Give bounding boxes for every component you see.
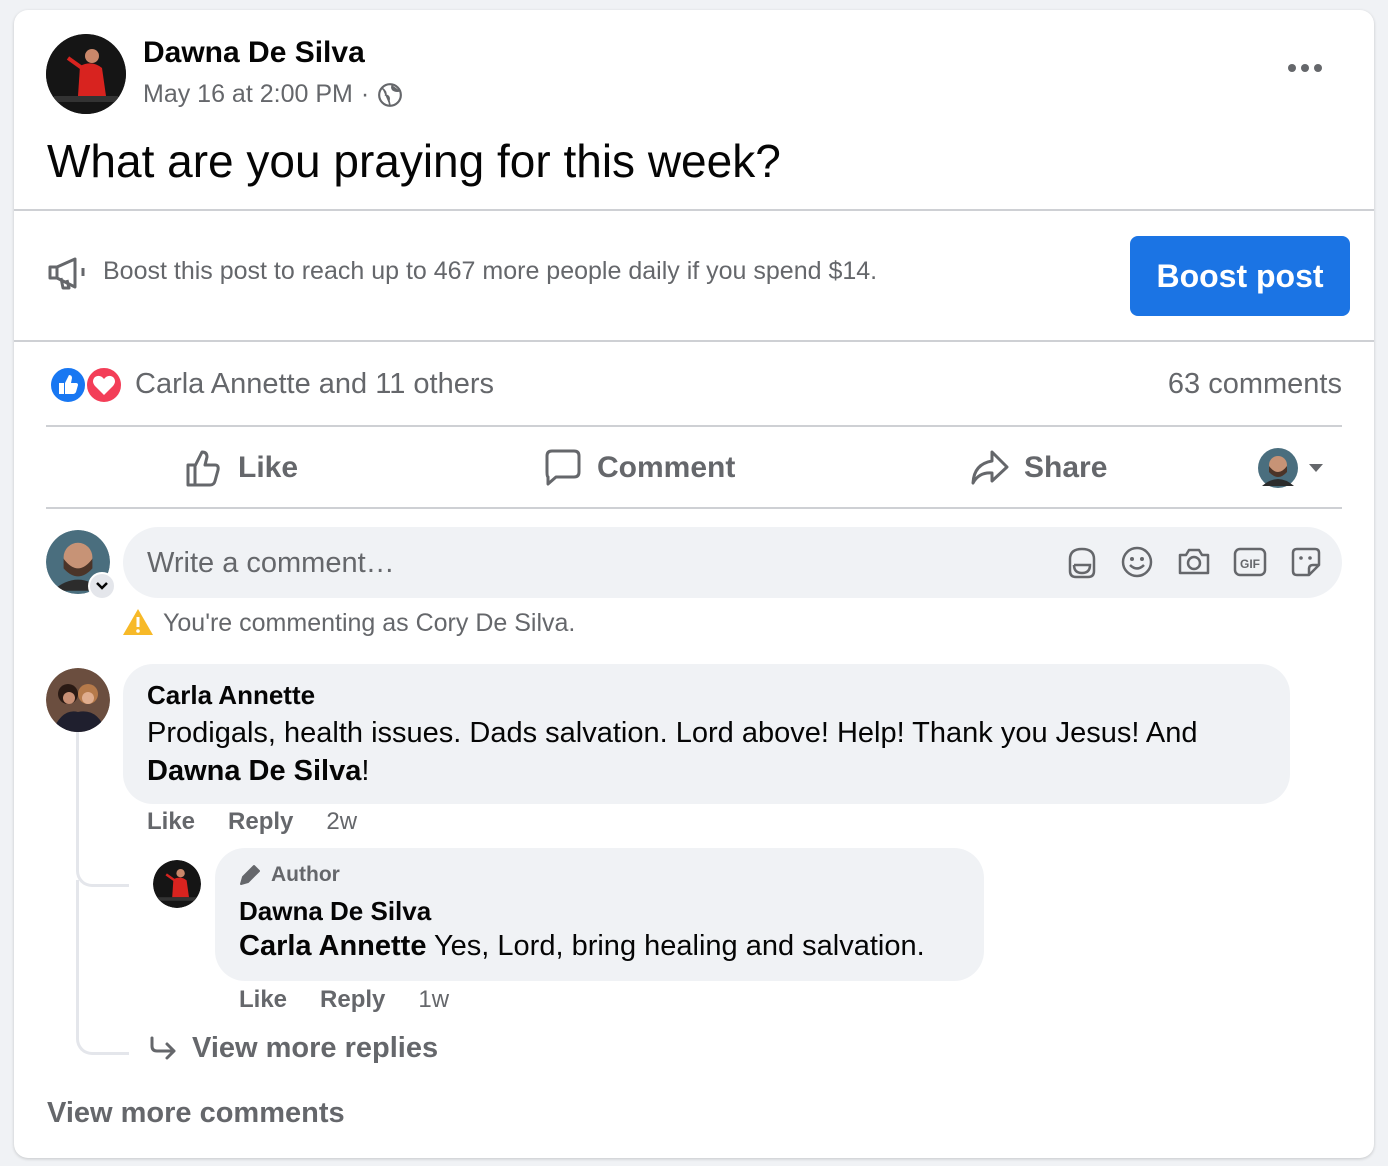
- comment-author-name[interactable]: Carla Annette: [147, 680, 315, 711]
- divider: [46, 507, 1342, 509]
- svg-text:GIF: GIF: [1240, 557, 1260, 571]
- audience-selector[interactable]: [1258, 448, 1324, 488]
- post-text: What are you praying for this week?: [47, 135, 781, 187]
- like-icon: [49, 366, 87, 404]
- reaction-summary[interactable]: Carla Annette and 11 others: [135, 368, 494, 401]
- divider: [14, 340, 1374, 342]
- comment-text: Prodigals, health issues. Dads salvation…: [147, 714, 1267, 790]
- boost-message: Boost this post to reach up to 467 more …: [103, 257, 878, 285]
- camera-icon[interactable]: [1176, 545, 1212, 579]
- meta-separator: ·: [360, 80, 370, 108]
- reply-author-name[interactable]: Dawna De Silva: [239, 896, 431, 927]
- divider: [14, 209, 1374, 211]
- thread-line: [76, 732, 129, 887]
- view-more-replies[interactable]: View more replies: [148, 1032, 438, 1065]
- reply-time[interactable]: 1w: [418, 986, 449, 1014]
- comment-input-placeholder: Write a comment…: [147, 547, 395, 579]
- post-meta: May 16 at 2:00 PM ·: [143, 80, 403, 109]
- thumbs-up-icon: [186, 450, 220, 487]
- comment-like-link[interactable]: Like: [147, 808, 195, 836]
- user-avatar-small: [1258, 448, 1298, 488]
- reply-actions: Like Reply 1w: [239, 986, 449, 1014]
- comment-bubble: Carla Annette Prodigals, health issues. …: [123, 664, 1290, 804]
- gif-icon[interactable]: GIF: [1232, 545, 1268, 579]
- comment-input[interactable]: Write a comment… GIF: [123, 527, 1342, 598]
- megaphone-icon: [48, 257, 85, 290]
- view-more-comments[interactable]: View more comments: [47, 1097, 345, 1130]
- sticker-icon[interactable]: [1289, 545, 1323, 579]
- chevron-down-icon: [96, 582, 108, 590]
- thread-line: [76, 880, 129, 1055]
- boost-post-button[interactable]: Boost post: [1130, 236, 1350, 316]
- emoji-icon[interactable]: [1120, 545, 1154, 579]
- globe-icon[interactable]: [377, 82, 403, 108]
- profile-switch-chevron[interactable]: [88, 572, 116, 600]
- like-button[interactable]: Like: [184, 448, 298, 488]
- reply-author-avatar[interactable]: [153, 860, 201, 908]
- comment-actions: Like Reply 2w: [147, 808, 357, 836]
- reply-mention[interactable]: Carla Annette: [239, 930, 426, 962]
- share-button[interactable]: Share: [970, 448, 1107, 488]
- commenting-as-notice: You're commenting as Cory De Silva.: [163, 609, 576, 637]
- author-name[interactable]: Dawna De Silva: [143, 36, 365, 70]
- reply-reply-link[interactable]: Reply: [320, 986, 385, 1014]
- reply-author-avatar-image: [153, 860, 201, 908]
- reply-text: Carla Annette Yes, Lord, bring healing a…: [239, 930, 925, 963]
- comment-bubble-icon: [545, 449, 581, 486]
- comment-body: Prodigals, health issues. Dads salvation…: [147, 717, 1198, 749]
- caret-down-icon: [1309, 464, 1323, 472]
- pen-icon: [240, 865, 260, 885]
- comment-author-avatar[interactable]: [46, 668, 110, 732]
- comment-mention-suffix: !: [361, 755, 370, 787]
- reaction-icons[interactable]: [49, 366, 123, 404]
- reply-bubble: Author Dawna De Silva Carla Annette Yes,…: [215, 848, 984, 981]
- comment-reply-link[interactable]: Reply: [228, 808, 293, 836]
- love-icon: [85, 366, 123, 404]
- divider: [46, 425, 1342, 427]
- share-arrow-icon: [971, 450, 1009, 485]
- comment-author-avatar-image: [46, 668, 110, 732]
- view-more-replies-label: View more replies: [192, 1032, 439, 1064]
- reply-like-link[interactable]: Like: [239, 986, 287, 1014]
- comment-mention[interactable]: Dawna De Silva: [147, 755, 361, 787]
- comment-time[interactable]: 2w: [326, 808, 357, 836]
- author-avatar-image: [46, 34, 126, 114]
- post-card: Dawna De Silva May 16 at 2:00 PM · What …: [14, 10, 1374, 1158]
- comment-label: Comment: [597, 451, 736, 484]
- comments-count[interactable]: 63 comments: [1066, 368, 1342, 401]
- warning-icon: [123, 609, 153, 635]
- reply-arrow-icon: [150, 1036, 176, 1059]
- author-badge: Author: [237, 862, 340, 888]
- author-avatar[interactable]: [46, 34, 126, 114]
- reply-body: Yes, Lord, bring healing and salvation.: [426, 930, 925, 962]
- share-label: Share: [1024, 451, 1108, 484]
- post-timestamp[interactable]: May 16 at 2:00 PM: [143, 80, 353, 109]
- avatar-sticker-icon[interactable]: [1064, 545, 1100, 581]
- author-badge-label: Author: [271, 863, 340, 886]
- more-dots-icon[interactable]: [1288, 64, 1322, 72]
- like-label: Like: [238, 451, 299, 484]
- comment-button[interactable]: Comment: [543, 448, 735, 488]
